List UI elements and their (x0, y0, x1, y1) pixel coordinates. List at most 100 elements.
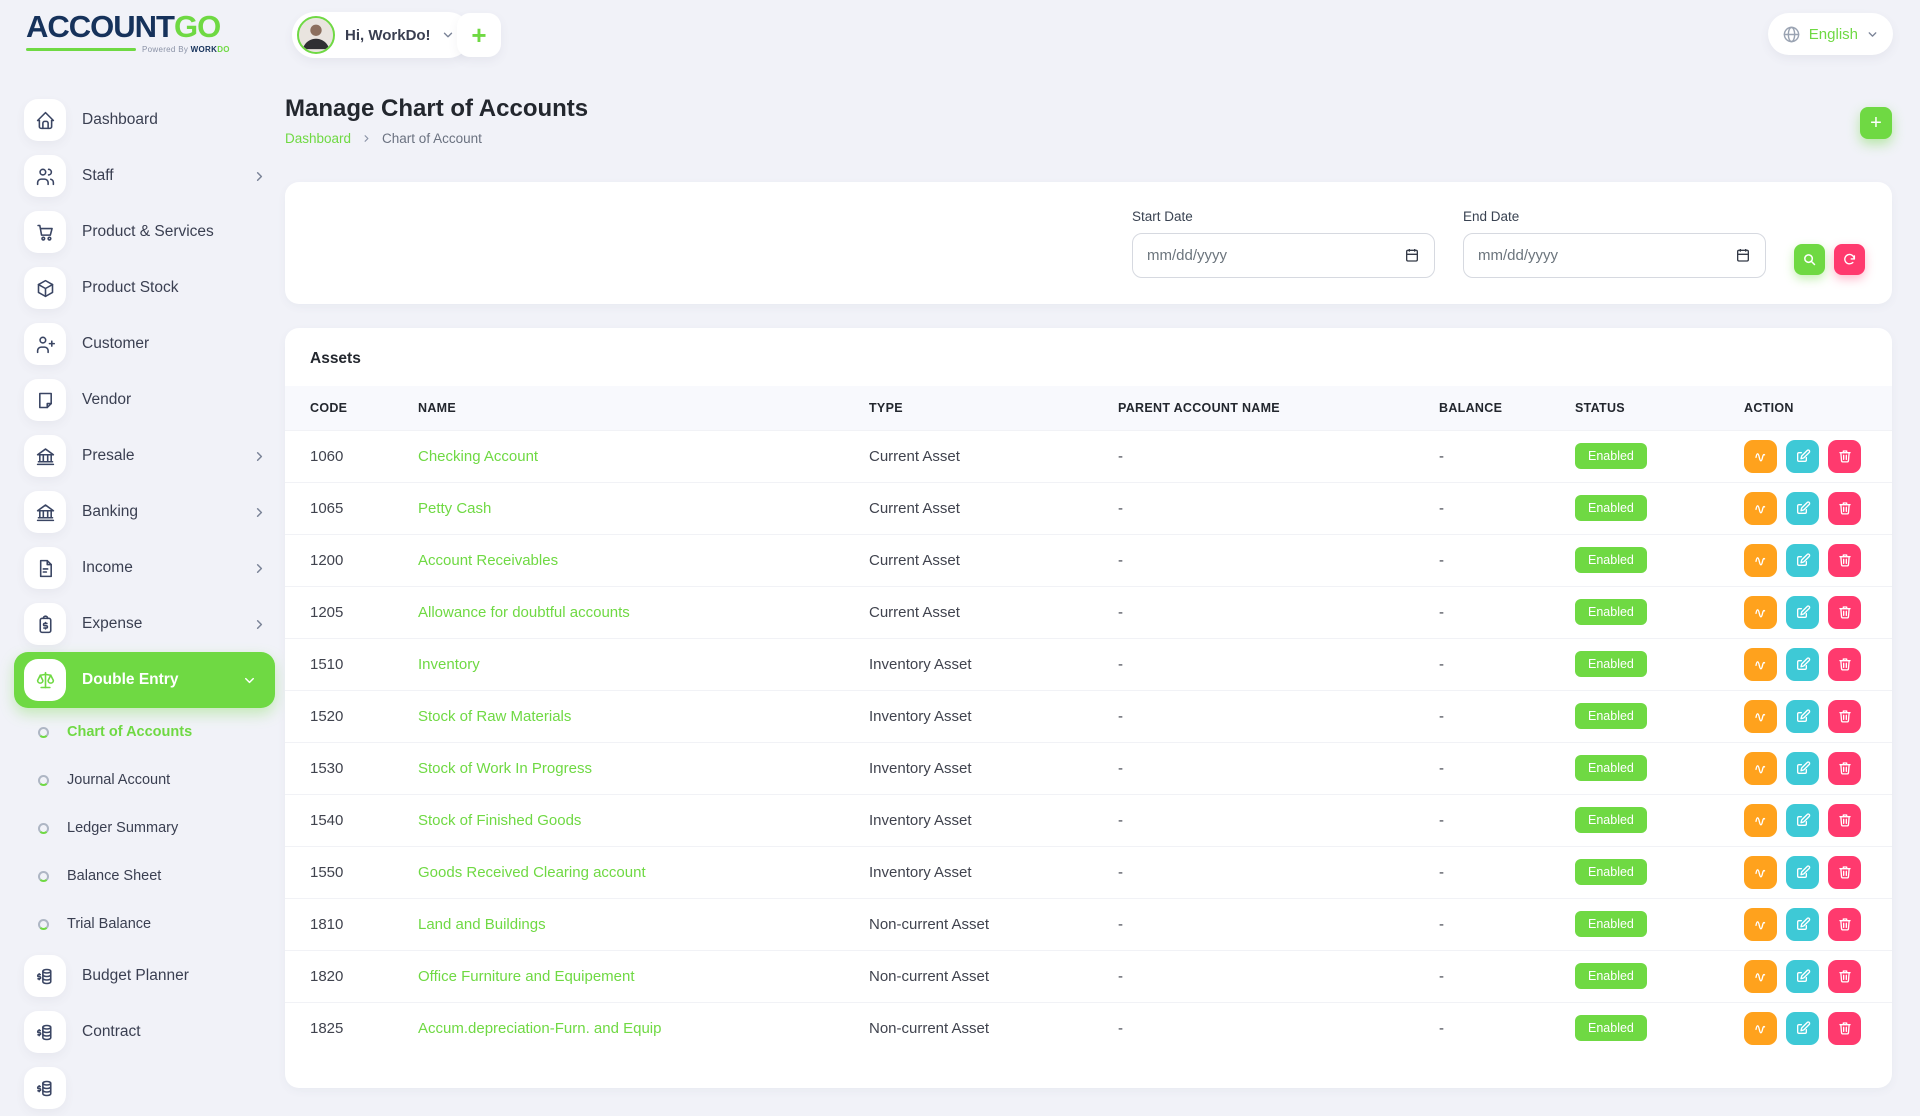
account-name-link[interactable]: Checking Account (418, 448, 538, 465)
account-name-link[interactable]: Goods Received Clearing account (418, 864, 646, 881)
delete-button[interactable] (1828, 492, 1861, 525)
activity-button[interactable] (1744, 544, 1777, 577)
activity-button[interactable] (1744, 856, 1777, 889)
edit-button[interactable] (1786, 544, 1819, 577)
edit-button[interactable] (1786, 700, 1819, 733)
cell-code: 1060 (285, 430, 418, 482)
header-add-button[interactable]: + (457, 13, 501, 57)
account-name-link[interactable]: Account Receivables (418, 552, 558, 569)
sidebar-item-vendor[interactable]: Vendor (0, 372, 285, 428)
activity-button[interactable] (1744, 1012, 1777, 1045)
sidebar-item-customer[interactable]: Customer (0, 316, 285, 372)
create-account-button[interactable]: + (1860, 107, 1892, 139)
cell-balance: - (1439, 950, 1575, 1002)
sidebar-item-income[interactable]: Income (0, 540, 285, 596)
edit-button[interactable] (1786, 804, 1819, 837)
start-date-input[interactable]: mm/dd/yyyy (1132, 233, 1435, 278)
sidebar-item-balance-sheet[interactable]: Balance Sheet (0, 852, 285, 900)
sidebar-item-trial-balance[interactable]: Trial Balance (0, 900, 285, 948)
delete-button[interactable] (1828, 856, 1861, 889)
cell-name: Inventory (418, 638, 869, 690)
sidebar-item-double-entry[interactable]: Double Entry (14, 652, 275, 708)
edit-button[interactable] (1786, 908, 1819, 941)
delete-button[interactable] (1828, 804, 1861, 837)
delete-button[interactable] (1828, 1012, 1861, 1045)
chevron-right-icon (252, 449, 267, 464)
bullet-icon (38, 823, 49, 834)
sidebar-item-product-services[interactable]: Product & Services (0, 204, 285, 260)
sidebar-item-chart-of-accounts[interactable]: Chart of Accounts (0, 708, 285, 756)
activity-button[interactable] (1744, 908, 1777, 941)
account-name-link[interactable]: Stock of Raw Materials (418, 708, 571, 725)
sidebar-item-journal-account[interactable]: Journal Account (0, 756, 285, 804)
cell-parent: - (1118, 794, 1439, 846)
calendar-icon[interactable] (1404, 247, 1420, 263)
edit-button[interactable] (1786, 856, 1819, 889)
edit-button[interactable] (1786, 440, 1819, 473)
account-name-link[interactable]: Land and Buildings (418, 916, 546, 933)
sidebar-item-contract[interactable]: Contract (0, 1004, 285, 1060)
cell-parent: - (1118, 430, 1439, 482)
sidebar-item-label: Staff (82, 167, 114, 185)
bullet-icon (38, 775, 49, 786)
delete-button[interactable] (1828, 908, 1861, 941)
column-header: NAME (418, 386, 869, 430)
sidebar-item-budget-planner[interactable]: Budget Planner (0, 948, 285, 1004)
activity-button[interactable] (1744, 648, 1777, 681)
delete-button[interactable] (1828, 440, 1861, 473)
app-logo[interactable]: ACCOUNTGO Powered By WORKDO (26, 11, 236, 54)
reset-button[interactable] (1834, 244, 1865, 275)
sidebar-item-expense[interactable]: Expense (0, 596, 285, 652)
account-name-link[interactable]: Petty Cash (418, 500, 491, 517)
account-name-link[interactable]: Inventory (418, 656, 480, 673)
edit-button[interactable] (1786, 1012, 1819, 1045)
cell-code: 1530 (285, 742, 418, 794)
delete-button[interactable] (1828, 752, 1861, 785)
sidebar-item-banking[interactable]: Banking (0, 484, 285, 540)
account-name-link[interactable]: Stock of Work In Progress (418, 760, 592, 777)
delete-button[interactable] (1828, 700, 1861, 733)
activity-button[interactable] (1744, 440, 1777, 473)
cell-type: Inventory Asset (869, 794, 1118, 846)
end-date-input[interactable]: mm/dd/yyyy (1463, 233, 1766, 278)
account-name-link[interactable]: Stock of Finished Goods (418, 812, 581, 829)
sidebar-item-label: Journal Account (67, 772, 170, 788)
calendar-icon[interactable] (1735, 247, 1751, 263)
delete-button[interactable] (1828, 544, 1861, 577)
delete-button[interactable] (1828, 596, 1861, 629)
search-button[interactable] (1794, 244, 1825, 275)
activity-button[interactable] (1744, 804, 1777, 837)
edit-button[interactable] (1786, 596, 1819, 629)
breadcrumb-dashboard-link[interactable]: Dashboard (285, 131, 351, 146)
cell-type: Non-current Asset (869, 950, 1118, 1002)
activity-button[interactable] (1744, 960, 1777, 993)
language-selector[interactable]: English (1768, 13, 1893, 55)
sidebar-item-product-stock[interactable]: Product Stock (0, 260, 285, 316)
delete-button[interactable] (1828, 648, 1861, 681)
activity-icon (1753, 916, 1769, 932)
accounts-card: Assets CODENAMETYPEPARENT ACCOUNT NAMEBA… (285, 328, 1892, 1088)
activity-button[interactable] (1744, 596, 1777, 629)
sidebar-item-ledger-summary[interactable]: Ledger Summary (0, 804, 285, 852)
cell-code: 1550 (285, 846, 418, 898)
activity-button[interactable] (1744, 752, 1777, 785)
sidebar-item-presale[interactable]: Presale (0, 428, 285, 484)
account-name-link[interactable]: Allowance for doubtful accounts (418, 604, 630, 621)
account-name-link[interactable]: Office Furniture and Equipement (418, 968, 635, 985)
sidebar-item-partial-bottom[interactable] (0, 1060, 285, 1116)
edit-button[interactable] (1786, 960, 1819, 993)
edit-button[interactable] (1786, 492, 1819, 525)
account-name-link[interactable]: Accum.depreciation-Furn. and Equip (418, 1020, 661, 1037)
edit-button[interactable] (1786, 648, 1819, 681)
sidebar-item-staff[interactable]: Staff (0, 148, 285, 204)
edit-button[interactable] (1786, 752, 1819, 785)
activity-button[interactable] (1744, 492, 1777, 525)
sidebar-item-dashboard[interactable]: Dashboard (0, 92, 285, 148)
cell-type: Current Asset (869, 534, 1118, 586)
user-menu[interactable]: Hi, WorkDo! (292, 12, 471, 58)
delete-button[interactable] (1828, 960, 1861, 993)
column-header: CODE (285, 386, 418, 430)
cell-status: Enabled (1575, 794, 1744, 846)
activity-button[interactable] (1744, 700, 1777, 733)
cell-name: Stock of Work In Progress (418, 742, 869, 794)
